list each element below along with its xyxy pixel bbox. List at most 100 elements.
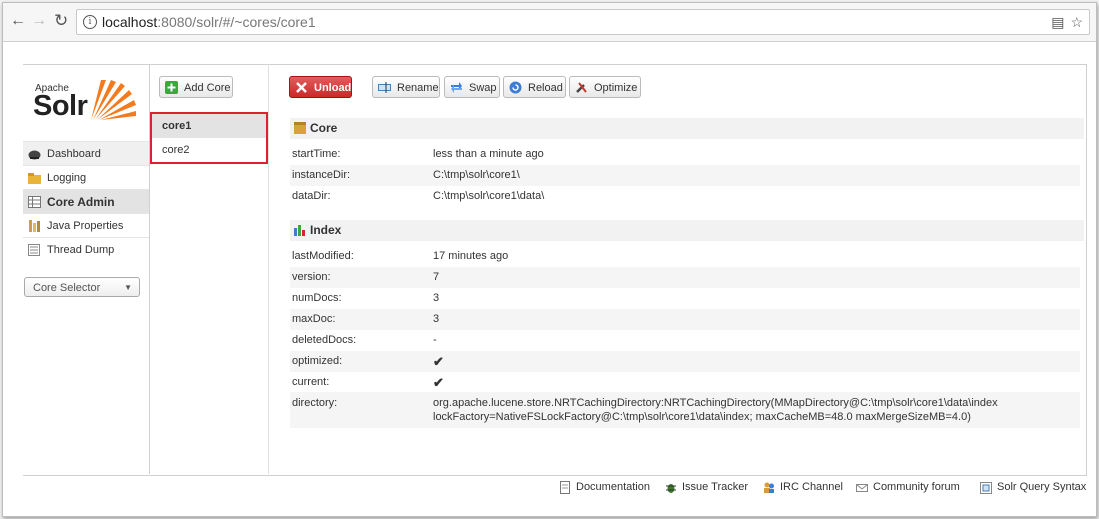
index-row-maxdoc: maxDoc: 3 xyxy=(290,309,1080,330)
swap-label: Swap xyxy=(469,82,497,94)
nav-thread-dump[interactable]: Thread Dump xyxy=(23,237,149,261)
core-selector-label: Core Selector xyxy=(33,282,101,294)
index-row-numdocs: numDocs: 3 xyxy=(290,288,1080,309)
core-list: core1 core2 xyxy=(150,112,268,164)
mail-icon xyxy=(856,484,868,492)
row-key: dataDir: xyxy=(292,190,331,202)
core-row-starttime: startTime: less than a minute ago xyxy=(290,144,1080,165)
documentation-label: Documentation xyxy=(576,481,650,493)
nav-logging-label: Logging xyxy=(47,172,87,184)
row-value: org.apache.lucene.store.NRTCachingDirect… xyxy=(433,397,998,423)
users-icon xyxy=(764,482,774,493)
row-key: directory: xyxy=(292,397,338,409)
reload-icon xyxy=(509,81,522,94)
dashboard-icon xyxy=(28,150,41,160)
row-value: 3 xyxy=(433,313,440,325)
row-value: 7 xyxy=(433,271,440,283)
core-row-datadir: dataDir: C:\tmp\solr\core1\data\ xyxy=(290,186,1080,207)
swap-icon xyxy=(451,82,462,93)
core-item-core1[interactable]: core1 xyxy=(152,114,266,138)
core-admin-icon xyxy=(28,196,41,208)
irc-channel-link[interactable]: IRC Channel xyxy=(763,481,843,493)
query-syntax-link[interactable]: Solr Query Syntax xyxy=(980,481,1087,494)
add-core-button[interactable]: Add Core xyxy=(159,76,233,98)
check-icon: ✔ xyxy=(433,375,444,390)
x-icon xyxy=(296,82,307,93)
forward-arrow-icon[interactable]: → xyxy=(31,12,47,30)
url-path: :8080/solr/#/~cores/core1 xyxy=(157,14,316,30)
core-selector-dropdown[interactable]: Core Selector ▼ xyxy=(24,277,140,297)
row-key: version: xyxy=(292,271,331,283)
swap-button[interactable]: Swap xyxy=(444,76,500,98)
query-syntax-icon xyxy=(980,482,992,494)
query-syntax-label: Solr Query Syntax xyxy=(997,481,1087,493)
row-key: instanceDir: xyxy=(292,169,351,181)
browser-window: ← → ↻ i localhost:8080/solr/#/~cores/cor… xyxy=(2,2,1097,517)
issue-tracker-label: Issue Tracker xyxy=(682,481,749,493)
tools-icon xyxy=(576,82,587,93)
index-row-version: version: 7 xyxy=(290,267,1080,288)
unload-label: Unload xyxy=(314,82,352,94)
document-icon xyxy=(560,481,570,494)
translate-icon[interactable]: ▤ xyxy=(1051,14,1064,30)
nav-thread-dump-label: Thread Dump xyxy=(47,244,115,256)
thread-dump-icon xyxy=(28,244,40,256)
solr-logo[interactable]: Apache Solr xyxy=(33,72,143,132)
java-properties-icon xyxy=(29,220,40,232)
row-key: startTime: xyxy=(292,148,341,160)
rename-button[interactable]: Rename xyxy=(372,76,440,98)
row-key: maxDoc: xyxy=(292,313,336,325)
core-section-header: Core xyxy=(290,118,1084,139)
nav-core-admin-label: Core Admin xyxy=(47,195,115,209)
nav-logging[interactable]: Logging xyxy=(23,165,149,189)
index-row-directory: directory: org.apache.lucene.store.NRTCa… xyxy=(290,392,1080,428)
main-nav: Dashboard Logging Core Admin Java Proper… xyxy=(23,141,149,261)
back-arrow-icon[interactable]: ← xyxy=(10,12,26,30)
index-row-deleteddocs: deletedDocs: - xyxy=(290,330,1080,351)
row-value: less than a minute ago xyxy=(433,148,544,160)
row-value: - xyxy=(433,334,437,346)
check-icon: ✔ xyxy=(433,354,444,369)
core-item-core2[interactable]: core2 xyxy=(152,138,266,162)
reload-icon[interactable]: ↻ xyxy=(54,12,68,30)
row-key: deletedDocs: xyxy=(292,334,357,346)
logo-solr-text: Solr xyxy=(33,90,88,122)
url-text: localhost:8080/solr/#/~cores/core1 xyxy=(102,10,316,34)
box-icon xyxy=(294,122,306,134)
row-value: 3 xyxy=(433,292,440,304)
reload-button[interactable]: Reload xyxy=(503,76,566,98)
index-section-header: Index xyxy=(290,220,1084,241)
row-key: optimized: xyxy=(292,355,343,367)
nav-java-properties-label: Java Properties xyxy=(47,220,124,232)
solr-admin-page: Apache Solr Dashboard Logging Core Admin… xyxy=(3,42,1096,516)
chevron-down-icon: ▼ xyxy=(124,283,132,292)
core-section-title: Core xyxy=(310,121,338,135)
row-value: 17 minutes ago xyxy=(433,250,509,262)
bug-icon xyxy=(666,484,676,493)
row-value: C:\tmp\solr\core1\data\ xyxy=(433,190,545,202)
row-key: numDocs: xyxy=(292,292,342,304)
core-row-instancedir: instanceDir: C:\tmp\solr\core1\ xyxy=(290,165,1080,186)
unload-button[interactable]: Unload xyxy=(289,76,352,98)
optimize-label: Optimize xyxy=(594,82,638,94)
solr-sun-icon xyxy=(91,80,136,120)
community-forum-label: Community forum xyxy=(873,481,960,493)
rename-icon xyxy=(378,82,391,93)
url-host: localhost xyxy=(102,14,158,30)
star-icon[interactable]: ☆ xyxy=(1070,14,1083,30)
address-bar[interactable]: i localhost:8080/solr/#/~cores/core1 ▤ ☆ xyxy=(76,9,1090,35)
info-icon[interactable]: i xyxy=(83,15,97,29)
irc-channel-label: IRC Channel xyxy=(780,481,843,493)
nav-core-admin[interactable]: Core Admin xyxy=(23,189,149,213)
reload-label: Reload xyxy=(528,82,563,94)
nav-dashboard[interactable]: Dashboard xyxy=(23,141,149,165)
plus-icon xyxy=(165,81,178,94)
community-forum-link[interactable]: Community forum xyxy=(856,481,960,493)
nav-java-properties[interactable]: Java Properties xyxy=(23,213,149,237)
row-key: current: xyxy=(292,376,330,388)
logging-icon xyxy=(28,173,41,184)
issue-tracker-link[interactable]: Issue Tracker xyxy=(665,481,748,493)
optimize-button[interactable]: Optimize xyxy=(569,76,641,98)
index-row-lastmodified: lastModified: 17 minutes ago xyxy=(290,246,1080,267)
documentation-link[interactable]: Documentation xyxy=(559,481,650,494)
